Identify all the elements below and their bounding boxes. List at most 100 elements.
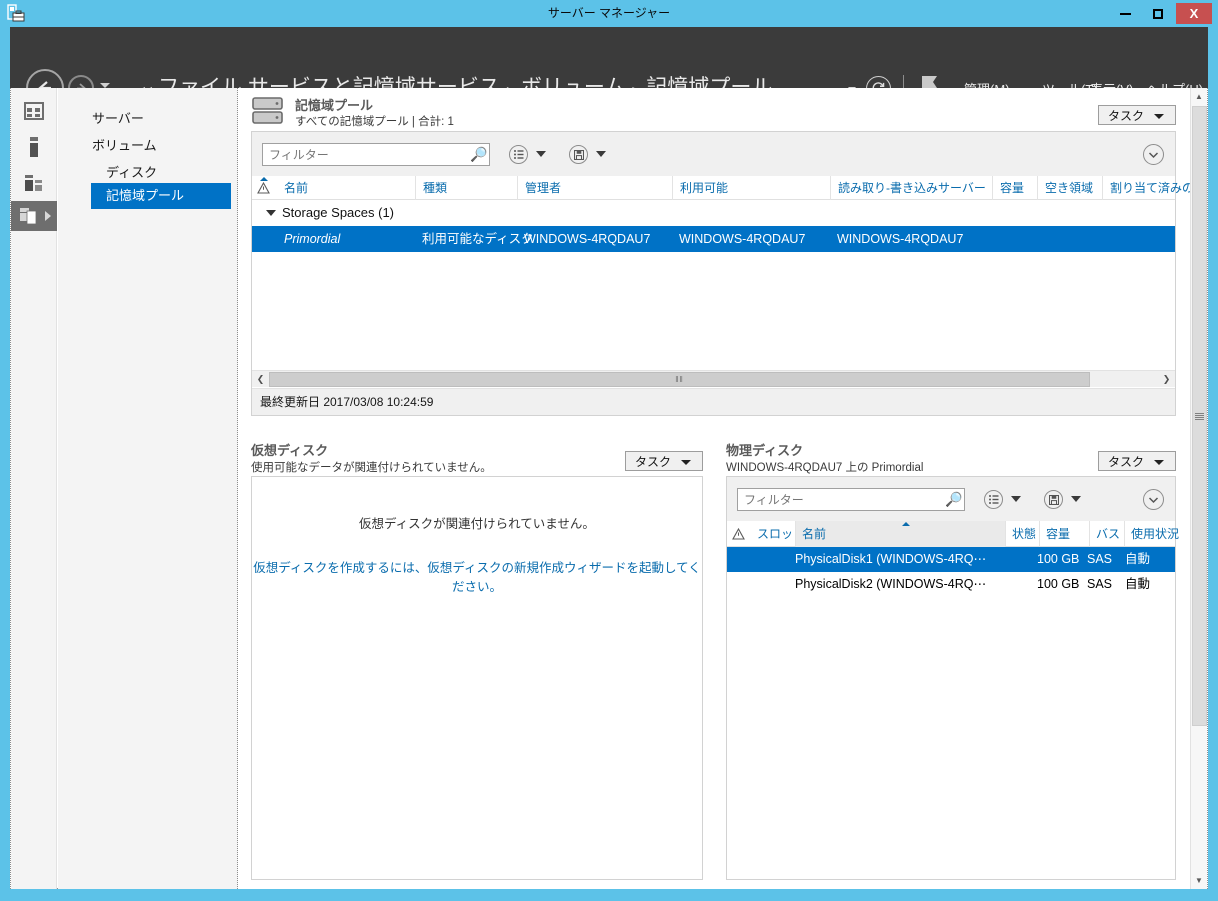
sidebar-item-all-servers[interactable] <box>11 169 57 197</box>
column-header-name[interactable]: 名前 <box>277 176 308 200</box>
search-input[interactable] <box>262 143 490 166</box>
collapse-group-icon[interactable] <box>266 210 276 216</box>
cell-capacity: 100 GB <box>1037 552 1080 566</box>
storage-pools-column-headers: 名前 種類 管理者 利用可能 読み取り-書き込みサーバー 容量 空き領域 割り当… <box>252 176 1194 200</box>
minimize-icon <box>1119 12 1131 15</box>
chevron-down-icon <box>681 460 691 465</box>
virtual-disks-empty-message: 仮想ディスクが関連付けられていません。 <box>359 517 595 531</box>
sidebar-item-disks[interactable]: ディスク <box>106 160 157 185</box>
column-header-name[interactable]: 名前 <box>795 521 1005 547</box>
column-header-managed-by[interactable]: 管理者 <box>517 176 561 200</box>
virtual-disks-pane: 仮想ディスク 使用可能なデータが関連付けられていません。 タスク 仮想ディスクが… <box>251 440 703 880</box>
save-query-dropdown-icon[interactable] <box>596 151 606 157</box>
scroll-up-icon[interactable]: ▲ <box>1191 88 1207 105</box>
horizontal-scrollbar-thumb[interactable]: ‖‖ <box>269 372 1090 387</box>
create-virtual-disk-link[interactable]: 仮想ディスクを作成するには、仮想ディスクの新規作成ウィザードを起動してください。 <box>252 557 702 595</box>
storage-pools-pane: 記憶域プール すべての記憶域プール | 合計: 1 タスク 🔍 <box>251 94 1194 416</box>
storage-pools-group-row[interactable]: Storage Spaces (1) <box>252 200 1175 226</box>
vertical-scrollbar[interactable]: ▲ ▼ <box>1190 88 1207 889</box>
search-icon[interactable]: 🔍 <box>945 491 962 508</box>
sort-ascending-icon <box>902 522 910 526</box>
cell-capacity: 100 GB <box>1037 577 1080 591</box>
sidebar-item-dashboard[interactable] <box>11 97 57 125</box>
group-label: Storage Spaces (1) <box>282 205 395 220</box>
view-options-dropdown-icon[interactable] <box>1011 496 1021 502</box>
storage-pool-icon <box>252 97 283 124</box>
virtual-disks-subtitle: 使用可能なデータが関連付けられていません。 <box>251 462 492 474</box>
search-icon[interactable]: 🔍 <box>470 146 487 163</box>
scroll-right-icon[interactable]: ❯ <box>1158 371 1175 387</box>
all-servers-icon <box>25 175 42 191</box>
expand-filter-panel-button[interactable] <box>1143 489 1164 510</box>
table-row[interactable]: PhysicalDisk2 (WINDOWS-4RQ⋯ 100 GB SAS 自… <box>727 572 1175 597</box>
scroll-down-icon[interactable]: ▼ <box>1191 872 1207 889</box>
table-row[interactable]: PhysicalDisk1 (WINDOWS-4RQ⋯ 100 GB SAS 自… <box>727 547 1175 572</box>
window-title: サーバー マネージャー <box>547 6 671 20</box>
save-query-button[interactable] <box>569 145 588 164</box>
scroll-left-icon[interactable]: ❮ <box>252 371 269 387</box>
title-bar: サーバー マネージャー X <box>0 0 1218 27</box>
expand-filter-panel-button[interactable] <box>1143 144 1164 165</box>
column-header-capacity[interactable]: 容量 <box>1039 521 1070 547</box>
column-header-allocated[interactable]: 割り当て済みの <box>1102 176 1194 200</box>
cell-usage: 自動 <box>1125 577 1151 591</box>
close-button[interactable]: X <box>1176 3 1212 24</box>
virtual-disks-tasks-button[interactable]: タスク <box>625 451 703 471</box>
minimize-button[interactable] <box>1110 3 1140 24</box>
cell-name: Primordial <box>284 232 341 246</box>
cell-name: PhysicalDisk1 (WINDOWS-4RQ⋯ <box>795 552 986 566</box>
warning-column-icon <box>732 528 745 540</box>
file-storage-services-icon <box>20 208 37 225</box>
tasks-label: タスク <box>635 454 672 469</box>
column-header-status[interactable]: 状態 <box>1005 521 1036 547</box>
sidebar-item-storage-pools[interactable]: 記憶域プール <box>91 183 231 209</box>
tasks-label: タスク <box>1108 454 1145 469</box>
view-options-button[interactable] <box>984 490 1003 509</box>
main-body: サーバー ボリューム ディスク 記憶域プール 記憶域プール すべての記憶域プール… <box>10 88 1208 889</box>
chevron-down-circle-icon <box>1148 496 1159 503</box>
maximize-button[interactable] <box>1143 3 1173 24</box>
sidebar-item-server[interactable]: サーバー <box>92 106 144 131</box>
storage-pools-subtitle: すべての記憶域プール | 合計: 1 <box>295 116 454 128</box>
column-header-type[interactable]: 種類 <box>415 176 447 200</box>
view-options-icon <box>989 495 999 504</box>
table-row[interactable]: Primordial 利用可能なディスク WINDOWS-4RQDAU7 WIN… <box>252 226 1175 252</box>
warning-column-icon <box>257 182 270 194</box>
column-header-usage[interactable]: 使用状況 <box>1124 521 1179 547</box>
column-header-capacity[interactable]: 容量 <box>992 176 1024 200</box>
column-header-rw-server[interactable]: 読み取り-書き込みサーバー <box>830 176 986 200</box>
sidebar-item-file-storage-services[interactable] <box>11 201 57 231</box>
virtual-disks-title: 仮想ディスク <box>251 443 329 458</box>
cell-type: 利用可能なディスク <box>422 232 534 246</box>
maximize-icon <box>1153 8 1163 19</box>
view-options-dropdown-icon[interactable] <box>536 151 546 157</box>
horizontal-scrollbar[interactable]: ❮ ‖‖ ❯ <box>252 370 1175 387</box>
search-input[interactable] <box>737 488 965 511</box>
sidebar-item-local-server[interactable] <box>11 133 57 161</box>
save-query-dropdown-icon[interactable] <box>1071 496 1081 502</box>
save-query-button[interactable] <box>1044 490 1063 509</box>
column-header-available-to[interactable]: 利用可能 <box>672 176 728 200</box>
storage-pools-tasks-button[interactable]: タスク <box>1098 105 1176 125</box>
column-header-bus[interactable]: バス <box>1089 521 1120 547</box>
view-options-button[interactable] <box>509 145 528 164</box>
cell-bus: SAS <box>1087 552 1113 566</box>
content-area: 記憶域プール すべての記憶域プール | 合計: 1 タスク 🔍 <box>239 88 1196 889</box>
physical-disks-grid-container: 🔍 <box>726 476 1179 880</box>
chevron-down-circle-icon <box>1148 151 1159 158</box>
chevron-down-icon <box>1154 114 1164 119</box>
local-server-icon <box>30 137 38 157</box>
cell-managed-by: WINDOWS-4RQDAU7 <box>524 232 651 246</box>
tasks-label: タスク <box>1108 108 1145 123</box>
physical-disks-tasks-button[interactable]: タスク <box>1098 451 1176 471</box>
storage-pools-filter-bar: 🔍 <box>252 132 1175 176</box>
sidebar-item-volumes[interactable]: ボリューム <box>92 133 157 158</box>
scrollbar-grip <box>1195 412 1204 420</box>
cell-bus: SAS <box>1087 577 1113 591</box>
column-header-free-space[interactable]: 空き領域 <box>1037 176 1093 200</box>
chevron-down-icon <box>1154 460 1164 465</box>
vertical-scrollbar-thumb[interactable] <box>1192 106 1207 726</box>
view-options-icon <box>514 150 524 159</box>
physical-disks-pane: 物理ディスク WINDOWS-4RQDAU7 上の Primordial タスク… <box>726 440 1179 880</box>
server-manager-window: サーバー マネージャー X ◂◂ファイル サービスと記憶域サービス▸ボリューム <box>0 0 1218 901</box>
